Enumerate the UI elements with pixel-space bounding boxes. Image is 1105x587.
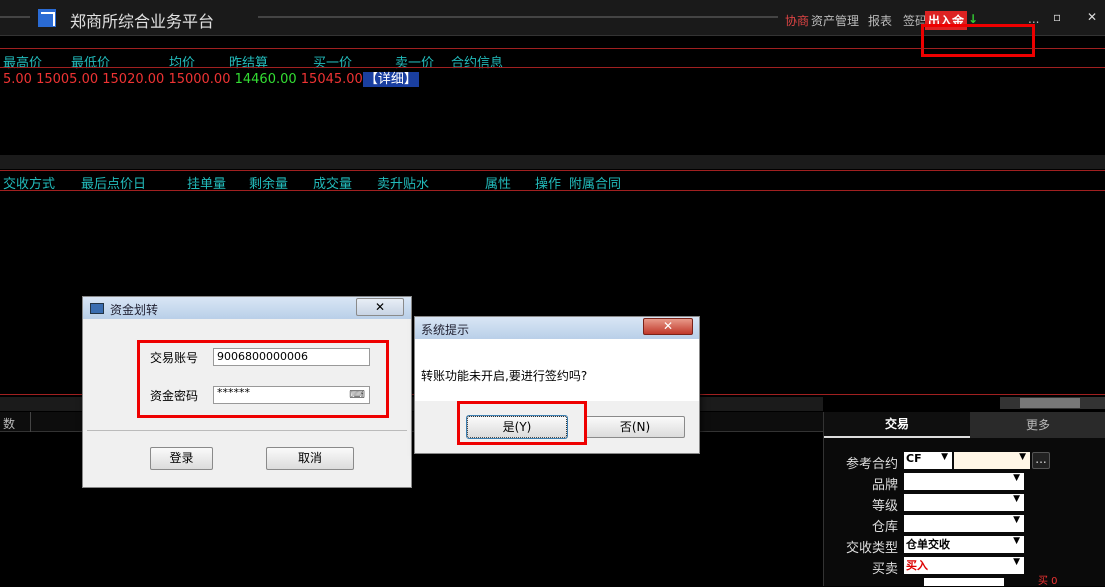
tab-trade[interactable]: 交易 [824,412,970,438]
quote-row[interactable]: 5.00 15005.00 15020.00 15000.00 14460.00… [3,68,419,87]
divider [0,48,1105,49]
app-logo-icon [38,9,56,27]
fund-dialog-close-button[interactable]: ✕ [356,298,404,316]
title-grip-center [258,16,778,18]
highlight-box-credentials [137,340,389,418]
side-select[interactable]: 买入 ▼ [904,557,1024,574]
login-button[interactable]: 登录 [150,447,213,470]
chevron-down-icon: ▼ [1013,557,1020,567]
menu-report[interactable]: 报表 [868,12,892,29]
cell-high: 5.00 [3,72,32,87]
label-side: 买卖 [871,562,898,577]
chevron-down-icon: ▼ [1019,452,1026,462]
system-dialog-close-button[interactable]: ✕ [643,318,693,335]
chevron-down-icon: ▼ [1013,515,1020,525]
window-icon [90,303,104,314]
restore-window-icon[interactable]: ▫ [1053,10,1061,24]
label-delivery-type: 交收类型 [845,541,898,556]
col-contract-info: 合约信息 [451,56,504,71]
label-grade: 等级 [871,499,898,514]
warehouse-select[interactable]: ▼ [904,515,1024,532]
system-prompt-dialog: 系统提示 ✕ 转账功能未开启,要进行签约吗? 是(Y) 否(N) [414,316,700,454]
more-options-button[interactable]: ... [1032,452,1050,469]
side-value: 买入 [906,559,928,572]
title-grip-left [0,16,30,18]
menu-asset-management[interactable]: 资产管理 [811,12,859,29]
tab-more[interactable]: 更多 [970,412,1105,438]
cell-bid1: 14460.00 [234,72,297,87]
cell-avg: 15020.00 [102,72,165,87]
app-title: 郑商所综合业务平台 [70,12,215,31]
menu-xieshang[interactable]: 协商 [785,12,809,29]
dialog-divider [87,430,407,431]
system-dialog-message: 转账功能未开启,要进行签约吗? [421,369,588,383]
quantity-field[interactable] [924,578,1004,586]
contract-month-select[interactable]: ▼ [954,452,1030,469]
chevron-down-icon: ▼ [941,452,948,462]
chevron-down-icon: ▼ [1013,494,1020,504]
no-button[interactable]: 否(N) [585,416,685,438]
side-indicator: 买 0 [1038,576,1058,587]
ref-contract-select[interactable]: CF ▼ [904,452,952,469]
highlight-box-yes [457,401,587,445]
brand-select[interactable]: ▼ [904,473,1024,490]
section-splitter[interactable] [0,155,1105,169]
delivery-type-select[interactable]: 仓单交收 ▼ [904,536,1024,553]
close-window-icon[interactable]: ✕ [1087,10,1097,24]
divider [0,170,1105,171]
fund-transfer-dialog: 资金划转 ✕ 交易账号 9006800000006 资金密码 ****** ⌨ … [82,296,412,488]
fund-dialog-title: 资金划转 [110,303,159,317]
label-brand: 品牌 [871,478,898,493]
trade-panel: 交易 更多 参考合约 CF ▼ ▼ ... 品牌 ▼ 等级 ▼ 仓库 ▼ 交收类型… [823,412,1105,587]
cell-prev-settle: 15000.00 [168,72,231,87]
chevron-down-icon: ▼ [1013,473,1020,483]
cell-low: 15005.00 [36,72,99,87]
horizontal-scrollbar[interactable] [1000,397,1105,409]
delivery-type-value: 仓单交收 [906,538,950,551]
detail-link[interactable]: 【详细】 [362,72,419,87]
cell-ask1: 15045.00 [300,72,363,87]
lower-col-header: 数 [3,417,16,431]
label-ref-contract: 参考合约 [845,457,898,472]
divider [0,190,1105,191]
label-warehouse: 仓库 [871,520,898,535]
ref-contract-value: CF [906,452,922,465]
cancel-button[interactable]: 取消 [266,447,354,470]
grade-select[interactable]: ▼ [904,494,1024,511]
chevron-down-icon: ▼ [1013,536,1020,546]
system-dialog-title: 系统提示 [421,323,470,337]
highlight-box-fund-transfer [921,24,1035,57]
